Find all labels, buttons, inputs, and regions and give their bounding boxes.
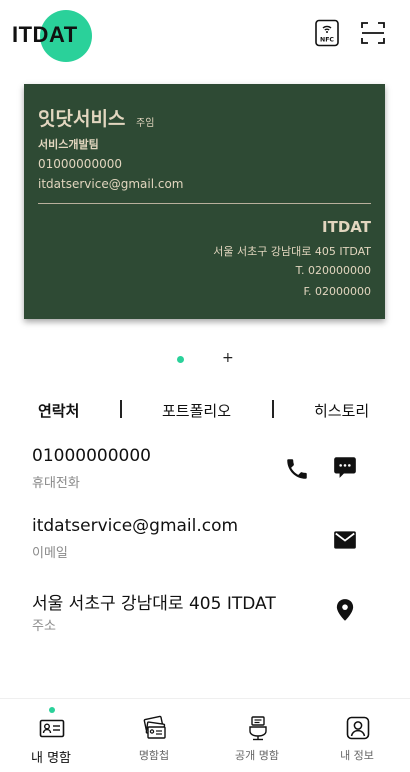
message-icon[interactable]: [332, 454, 358, 480]
active-indicator-dot: [49, 707, 55, 713]
public-card-icon: [249, 716, 267, 741]
my-card-icon: [39, 719, 65, 738]
card-name: 잇닷서비스: [38, 108, 126, 130]
location-pin-icon[interactable]: [332, 597, 358, 623]
card-title: 주임: [136, 118, 155, 129]
tab-history[interactable]: 히스토리: [314, 400, 369, 421]
nav-public-card[interactable]: 공개 명함: [212, 699, 302, 772]
svg-text:NFC: NFC: [320, 37, 334, 44]
business-card[interactable]: 잇닷서비스 주임 서비스개발팀 01000000000 itdatservice…: [24, 84, 385, 319]
nav-my-info[interactable]: 내 정보: [312, 699, 402, 772]
card-phone: 01000000000: [38, 157, 122, 171]
qr-scan-icon[interactable]: [360, 19, 386, 47]
itdat-logo[interactable]: ITDAT: [10, 8, 94, 62]
add-card-button[interactable]: +: [222, 350, 234, 366]
contact-label: 이메일: [32, 546, 68, 561]
contact-label: 주소: [32, 619, 56, 634]
card-fax: F. 02000000: [303, 285, 371, 298]
card-email: itdatservice@gmail.com: [38, 177, 184, 191]
card-divider: [38, 203, 371, 204]
tab-divider: [272, 400, 274, 418]
contact-value: 01000000000: [32, 446, 151, 466]
logo-text: ITDAT: [12, 22, 78, 47]
nav-my-card[interactable]: 내 명함: [6, 699, 96, 772]
tab-portfolio[interactable]: 포트폴리오: [162, 400, 231, 421]
card-book-icon: [143, 715, 166, 739]
contact-label: 휴대전화: [32, 476, 80, 491]
contact-row-phone: 01000000000 휴대전화: [0, 446, 410, 496]
nav-label: 내 명함: [30, 751, 71, 766]
nav-card-book[interactable]: 명함첩: [109, 699, 199, 772]
contact-row-email: itdatservice@gmail.com 이메일: [0, 516, 410, 566]
card-address: 서울 서초구 강남대로 405 ITDAT: [213, 245, 371, 258]
tab-divider: [120, 400, 122, 418]
card-department: 서비스개발팀: [38, 138, 99, 151]
contact-value: itdatservice@gmail.com: [32, 516, 239, 536]
bottom-navigation: 내 명함 명함첩 공개 명함 내 정보: [0, 698, 410, 772]
app-header: ITDAT NFC: [0, 0, 410, 70]
tab-contact[interactable]: 연락처: [38, 400, 79, 421]
nav-label: 명함첩: [138, 749, 170, 762]
profile-icon: [346, 716, 370, 740]
phone-icon[interactable]: [284, 456, 310, 482]
contact-row-address: 서울 서초구 강남대로 405 ITDAT 주소: [0, 589, 410, 639]
tab-bar: 연락처 포트폴리오 히스토리: [0, 396, 410, 424]
nav-label: 내 정보: [340, 749, 374, 762]
nfc-icon[interactable]: NFC: [314, 19, 340, 47]
contact-value: 서울 서초구 강남대로 405 ITDAT: [32, 594, 276, 614]
mail-icon[interactable]: [332, 527, 358, 553]
pager-dot-active[interactable]: [177, 356, 184, 363]
card-company: ITDAT: [322, 218, 371, 236]
card-tel: T. 020000000: [295, 264, 371, 277]
nav-label: 공개 명함: [235, 749, 279, 762]
